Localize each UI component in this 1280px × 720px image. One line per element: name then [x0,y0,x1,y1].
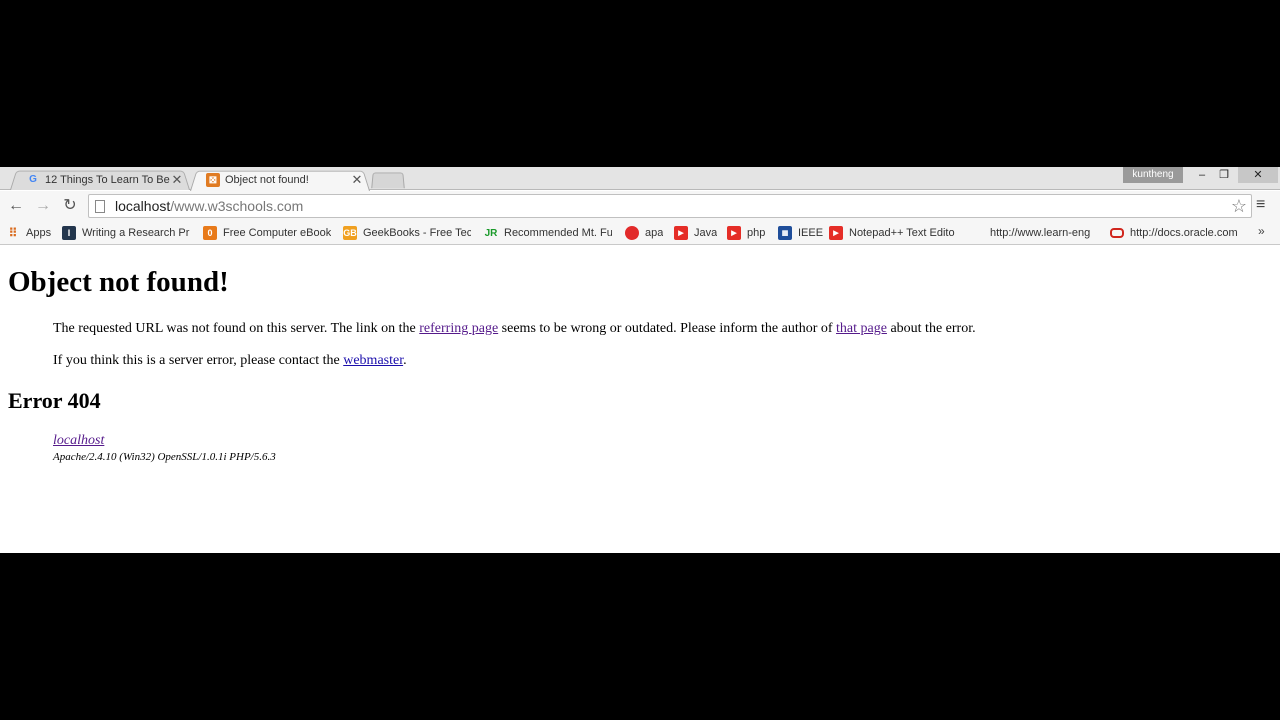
bookmark-learn-eng[interactable]: http://www.learn-eng [970,225,1098,241]
bookmark-free-computer-ebook[interactable]: 0 Free Computer eBook [203,225,331,241]
bookmark-label: Recommended Mt. Fu [504,227,612,239]
reload-button[interactable]: ↻ [60,196,80,216]
back-arrow-icon: ← [8,197,24,214]
bookmark-label: apa [645,227,664,239]
bookmark-apps[interactable]: ⠿ Apps [6,225,51,241]
bookmark-label: GeekBooks - Free Tec [363,227,471,239]
bookmark-label: Free Computer eBook [223,227,331,239]
youtube-icon: ▶ [829,226,843,240]
ieee-icon: ▦ [778,226,792,240]
bookmark-label: http://www.learn-eng [990,227,1091,239]
page-content: Object not found! The requested URL was … [0,246,1280,553]
bookmark-i-icon: I [62,226,76,240]
bookmark-php[interactable]: ▶ php [727,225,765,241]
bookmark-label: Writing a Research Pr [82,227,190,239]
webmaster-link[interactable]: webmaster [343,353,403,368]
google-icon: G [29,174,37,185]
bookmark-label: php [747,227,766,239]
restore-button[interactable]: ❐ [1212,167,1236,183]
bookmark-label: http://docs.oracle.com [1130,227,1238,239]
menu-icon[interactable]: ≡ [1256,196,1265,214]
browser-window: G 12 Things To Learn To Bec ✕ ⊠ Object n… [0,167,1280,553]
page-icon [95,199,105,213]
blank-icon [970,226,984,240]
localhost-link[interactable]: localhost [53,433,104,448]
url-host: localhost [115,198,171,214]
bookmark-red-icon [625,226,639,240]
tab-strip: G 12 Things To Learn To Bec ✕ ⊠ Object n… [0,167,1280,191]
bookmark-label: Java [694,227,718,239]
url-path: /www.w3schools.com [170,198,304,214]
bookmark-orange-icon: 0 [203,226,217,240]
server-error-note: If you think this is a server error, ple… [53,353,407,368]
xampp-icon: ⊠ [206,173,220,187]
bookmark-ieee[interactable]: ▦ IEEE [778,225,823,241]
bookmark-label: Apps [26,227,52,239]
tab-title: 12 Things To Learn To Bec [45,173,170,186]
youtube-icon: ▶ [727,226,741,240]
bookmark-docs-oracle[interactable]: http://docs.oracle.com [1110,225,1240,241]
minimize-button[interactable]: – [1190,167,1214,183]
apps-grid-icon: ⠿ [8,226,18,240]
error-description: The requested URL was not found on this … [53,321,976,336]
back-button[interactable]: ← [6,196,26,216]
error-code-heading: Error 404 [8,388,101,413]
bookmark-apa[interactable]: apa [625,225,663,241]
that-page-link[interactable]: that page [836,321,887,336]
address-block: localhost [53,433,104,449]
toolbar: ← → ↻ localhost/www.w3schools.com ☆ ≡ [0,191,1280,221]
close-icon[interactable]: ✕ [350,172,364,188]
bookmark-writing-research[interactable]: I Writing a Research Pr [62,225,190,241]
bookmark-jr-icon: JR [484,227,498,239]
server-signature: Apache/2.4.10 (Win32) OpenSSL/1.0.1i PHP… [53,451,276,463]
reload-icon: ↻ [63,197,77,214]
bookmark-notepad-plus-plus[interactable]: ▶ Notepad++ Text Edito [829,225,959,241]
chevron-double-right-icon[interactable]: » [1258,224,1265,238]
bookmarks-bar: ⠿ Apps I Writing a Research Pr 0 Free Co… [0,221,1280,245]
bookmark-geekbooks[interactable]: GB GeekBooks - Free Tec [343,225,471,241]
tab-object-not-found[interactable]: ⊠ Object not found! ✕ [190,169,370,191]
bookmark-label: IEEE [798,227,824,239]
star-icon[interactable]: ☆ [1231,196,1247,217]
tab-title: Object not found! [225,174,309,186]
oracle-icon [1110,228,1124,238]
bookmark-recommended-mt-fu[interactable]: JR Recommended Mt. Fu [484,225,612,241]
tab-12-things[interactable]: G 12 Things To Learn To Bec ✕ [10,169,190,190]
address-bar[interactable]: localhost/www.w3schools.com ☆ [88,194,1252,218]
referring-page-link[interactable]: referring page [419,321,498,336]
forward-button[interactable]: → [33,196,53,216]
bookmark-gb-icon: GB [343,226,357,240]
youtube-icon: ▶ [674,226,688,240]
window-close-button[interactable]: ✕ [1238,167,1278,183]
profile-button[interactable]: kuntheng [1123,167,1183,183]
forward-arrow-icon: → [35,197,51,214]
new-tab-button[interactable] [371,172,405,189]
page-title: Object not found! [8,266,229,298]
close-icon[interactable]: ✕ [170,172,184,188]
bookmark-label: Notepad++ Text Edito [849,227,955,239]
bookmark-java[interactable]: ▶ Java [674,225,717,241]
